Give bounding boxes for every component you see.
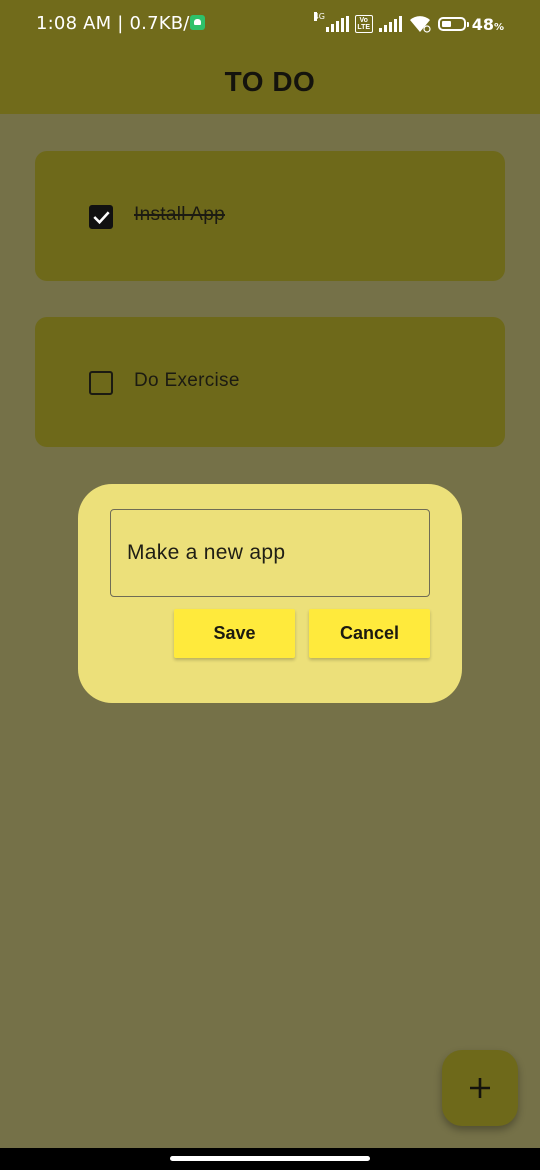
task-item: Do Exercise	[35, 317, 505, 447]
task-label: Do Exercise	[134, 370, 240, 391]
app-bar: TO DO	[0, 50, 540, 114]
task-checkbox[interactable]	[89, 205, 113, 229]
task-item: Install App	[35, 151, 505, 281]
cancel-button[interactable]: Cancel	[309, 609, 430, 658]
volte-icon: Vo LTE	[354, 15, 373, 33]
add-task-button[interactable]	[442, 1050, 518, 1126]
home-indicator[interactable]	[170, 1156, 370, 1161]
plus-icon	[470, 1078, 490, 1098]
check-icon	[93, 211, 110, 225]
battery-icon	[437, 17, 469, 31]
new-task-dialog: Save Cancel	[78, 484, 462, 703]
signal-icon: 4G	[313, 12, 349, 32]
task-label: Install App	[134, 204, 225, 225]
wifi-icon	[409, 16, 431, 33]
status-time: 1:08 AM | 0.7KB/s	[36, 13, 200, 34]
network-type-label: 4G	[313, 12, 325, 21]
page-title: TO DO	[224, 66, 316, 97]
battery-fill	[441, 21, 452, 27]
app-notification-icon	[190, 15, 205, 30]
signal-icon	[378, 16, 402, 32]
status-icons: 4G Vo LTE 48%	[313, 11, 504, 37]
status-bar: 1:08 AM | 0.7KB/s 4G Vo LTE 48%	[0, 0, 540, 50]
task-checkbox[interactable]	[89, 371, 113, 395]
system-nav-bar	[0, 1148, 540, 1170]
task-input[interactable]	[110, 509, 430, 597]
save-button[interactable]: Save	[174, 609, 295, 658]
battery-percent: 48%	[471, 14, 504, 34]
